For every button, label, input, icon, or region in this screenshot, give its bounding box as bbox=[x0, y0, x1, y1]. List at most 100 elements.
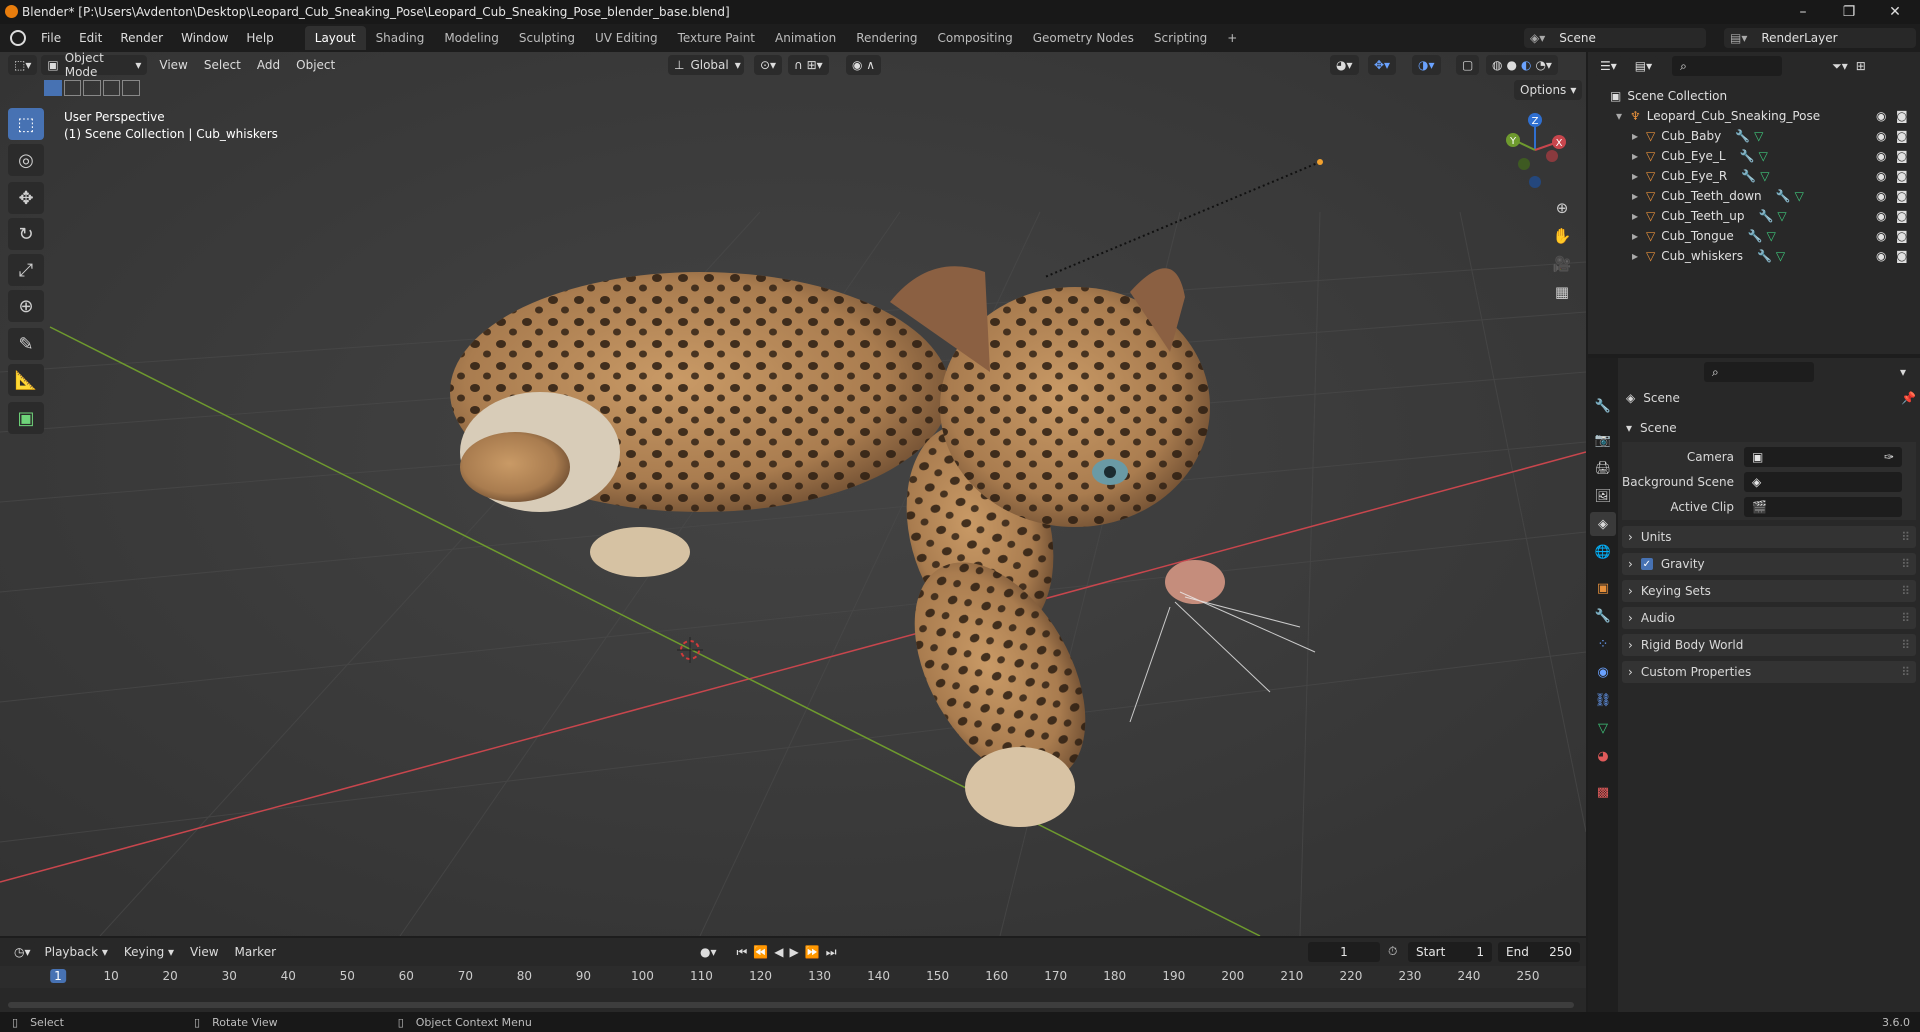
menu-timeline-view[interactable]: View bbox=[182, 945, 226, 959]
camera-view-icon[interactable]: 🎥 bbox=[1548, 250, 1576, 278]
wireframe-shading-icon[interactable]: ◍ bbox=[1492, 58, 1502, 72]
outliner-object-row[interactable]: ▸ ▽ Cub_Tongue 🔧 ▽ ◉ ◙ bbox=[1588, 226, 1920, 246]
scene-selector[interactable]: ◈▾ Scene bbox=[1524, 28, 1706, 48]
tab-shading[interactable]: Shading bbox=[366, 26, 435, 50]
select-extend-icon[interactable] bbox=[63, 80, 82, 96]
mesh-data-icon[interactable]: ▽ bbox=[1759, 149, 1768, 163]
pin-icon[interactable]: 📌 bbox=[1901, 391, 1916, 405]
expand-arrow-icon[interactable]: ▸ bbox=[1632, 169, 1638, 183]
outliner-search-input[interactable]: ⌕ bbox=[1672, 56, 1783, 76]
menu-help[interactable]: Help bbox=[237, 31, 282, 45]
jump-end-icon[interactable]: ⏭ bbox=[826, 945, 837, 960]
select-box-tool[interactable]: ⬚ bbox=[8, 108, 44, 140]
add-workspace-button[interactable]: + bbox=[1217, 26, 1247, 50]
expand-arrow-icon[interactable]: ▸ bbox=[1632, 149, 1638, 163]
move-tool[interactable]: ✥ bbox=[8, 182, 44, 214]
menu-view[interactable]: View bbox=[151, 58, 195, 72]
expand-arrow-icon[interactable]: ▸ bbox=[1632, 209, 1638, 223]
select-new-icon[interactable] bbox=[44, 80, 62, 96]
eye-icon[interactable]: ◉ bbox=[1876, 109, 1886, 123]
snap-toggle[interactable]: ∩ ⊞▾ bbox=[788, 55, 829, 75]
expand-arrow-icon[interactable]: ▸ bbox=[1632, 229, 1638, 243]
menu-marker[interactable]: Marker bbox=[227, 945, 284, 959]
modifier-wrench-icon[interactable]: 🔧 bbox=[1740, 149, 1755, 163]
proportional-edit-toggle[interactable]: ◉ ∧ bbox=[846, 55, 882, 75]
menu-render[interactable]: Render bbox=[111, 31, 172, 45]
subpanel-header[interactable]: › Rigid Body World ⠿ bbox=[1622, 634, 1916, 656]
cursor-tool[interactable]: ◎ bbox=[8, 144, 44, 176]
eye-icon[interactable]: ◉ bbox=[1876, 249, 1886, 263]
expand-arrow-icon[interactable]: ▾ bbox=[1616, 109, 1622, 123]
outliner-object-row[interactable]: ▸ ▽ Cub_Eye_R 🔧 ▽ ◉ ◙ bbox=[1588, 166, 1920, 186]
select-subtract-icon[interactable] bbox=[83, 80, 101, 96]
subpanel-header[interactable]: › ✓ Gravity ⠿ bbox=[1622, 553, 1916, 575]
outliner-object-row[interactable]: ▸ ▽ Cub_Teeth_up 🔧 ▽ ◉ ◙ bbox=[1588, 206, 1920, 226]
transform-orientation-selector[interactable]: ⊥ Global ▾ bbox=[668, 55, 744, 75]
output-tab-icon[interactable]: 🖨 bbox=[1590, 456, 1616, 480]
menu-keying[interactable]: Keying ▾ bbox=[116, 945, 182, 959]
play-reverse-icon[interactable]: ◀ bbox=[774, 945, 783, 959]
eye-icon[interactable]: ◉ bbox=[1876, 149, 1886, 163]
camera-render-icon[interactable]: ◙ bbox=[1896, 229, 1908, 243]
outliner-panel[interactable]: ☰▾ ▤▾ ⌕ ⏷▾ ⊞ ▣ Scene Collection ▾ ♆ Leop… bbox=[1588, 52, 1920, 354]
pivot-point-button[interactable]: ⊙▾ bbox=[754, 55, 783, 75]
navigation-gizmo[interactable]: Z Y X bbox=[1500, 110, 1570, 190]
modifier-wrench-icon[interactable]: 🔧 bbox=[1735, 129, 1750, 143]
world-tab-icon[interactable]: 🌐 bbox=[1590, 540, 1616, 564]
modifier-tab-icon[interactable]: 🔧 bbox=[1590, 604, 1616, 628]
mesh-data-icon[interactable]: ▽ bbox=[1795, 189, 1804, 203]
object-tab-icon[interactable]: ▣ bbox=[1590, 576, 1616, 600]
menu-file[interactable]: File bbox=[32, 31, 70, 45]
view-layer-selector[interactable]: ▤▾ RenderLayer bbox=[1724, 28, 1916, 48]
gizmo-toggle[interactable]: ✥▾ bbox=[1368, 55, 1397, 75]
menu-add[interactable]: Add bbox=[249, 58, 288, 72]
frame-ruler[interactable]: 1 10 20 30 40 50 60 70 80 90 100 110 120 130 140 150 160… bbox=[0, 966, 1586, 988]
expand-arrow-icon[interactable]: ▸ bbox=[1632, 249, 1638, 263]
outliner-object-row[interactable]: ▸ ▽ Cub_Baby 🔧 ▽ ◉ ◙ bbox=[1588, 126, 1920, 146]
view-layer-tab-icon[interactable]: 🖼 bbox=[1590, 484, 1616, 508]
scene-tab-icon[interactable]: ◈ bbox=[1590, 512, 1616, 536]
material-tab-icon[interactable]: ◕ bbox=[1590, 744, 1616, 768]
timeline-editor[interactable]: ◷▾ Playback ▾ Keying ▾ View Marker ●▾ ⏮ … bbox=[0, 938, 1586, 1012]
subpanel-header[interactable]: › Units ⠿ bbox=[1622, 526, 1916, 548]
select-intersect-icon[interactable] bbox=[122, 80, 140, 96]
visibility-button[interactable]: ◕▾ bbox=[1330, 55, 1359, 75]
blender-menu-icon[interactable] bbox=[10, 30, 26, 46]
record-icon[interactable]: ●▾ bbox=[700, 945, 717, 959]
subpanel-header[interactable]: › Audio ⠿ bbox=[1622, 607, 1916, 629]
camera-field[interactable]: ▣ ✑ bbox=[1744, 447, 1902, 467]
tab-texture-paint[interactable]: Texture Paint bbox=[668, 26, 765, 50]
overlay-toggle[interactable]: ◑▾ bbox=[1412, 55, 1441, 75]
jump-start-icon[interactable]: ⏮ bbox=[737, 945, 748, 960]
expand-arrow-icon[interactable]: ▸ bbox=[1632, 189, 1638, 203]
zoom-icon[interactable]: ⊕ bbox=[1548, 194, 1576, 222]
measure-tool[interactable]: 📐 bbox=[8, 364, 44, 396]
prev-keyframe-icon[interactable]: ⏪ bbox=[753, 945, 768, 959]
tool-tab-icon[interactable]: 🔧 bbox=[1590, 394, 1616, 418]
eye-icon[interactable]: ◉ bbox=[1876, 189, 1886, 203]
scene-panel-header[interactable]: ▾ Scene bbox=[1622, 416, 1916, 440]
tab-layout[interactable]: Layout bbox=[304, 26, 366, 50]
eye-icon[interactable]: ◉ bbox=[1876, 129, 1886, 143]
axis-gizmo[interactable]: Z Y X bbox=[1500, 110, 1570, 190]
select-invert-icon[interactable] bbox=[102, 80, 121, 96]
tab-rendering[interactable]: Rendering bbox=[846, 26, 927, 50]
shading-modes[interactable]: ◍ ● ◐ ◔▾ bbox=[1486, 55, 1558, 75]
display-mode-icon[interactable]: ▤▾ bbox=[1628, 56, 1659, 76]
minimize-button[interactable]: – bbox=[1780, 0, 1826, 24]
drag-handle-icon[interactable]: ⠿ bbox=[1901, 638, 1910, 652]
camera-render-icon[interactable]: ◙ bbox=[1896, 209, 1908, 223]
outliner-object-row[interactable]: ▸ ▽ Cub_whiskers 🔧 ▽ ◉ ◙ bbox=[1588, 246, 1920, 266]
outliner-object-row[interactable]: ▸ ▽ Cub_Teeth_down 🔧 ▽ ◉ ◙ bbox=[1588, 186, 1920, 206]
new-collection-icon[interactable]: ⊞ bbox=[1856, 59, 1866, 73]
modifier-wrench-icon[interactable]: 🔧 bbox=[1748, 229, 1763, 243]
chevron-down-icon[interactable]: ▾ bbox=[1900, 365, 1906, 379]
properties-search-input[interactable]: ⌕ bbox=[1704, 362, 1814, 382]
subpanel-header[interactable]: › Keying Sets ⠿ bbox=[1622, 580, 1916, 602]
physics-tab-icon[interactable]: ◉ bbox=[1590, 660, 1616, 684]
next-keyframe-icon[interactable]: ⏩ bbox=[805, 945, 820, 959]
material-shading-icon[interactable]: ◐ bbox=[1521, 58, 1531, 72]
stopwatch-icon[interactable]: ⏱ bbox=[1388, 944, 1397, 959]
subpanel-header[interactable]: › Custom Properties ⠿ bbox=[1622, 661, 1916, 683]
tab-compositing[interactable]: Compositing bbox=[927, 26, 1022, 50]
